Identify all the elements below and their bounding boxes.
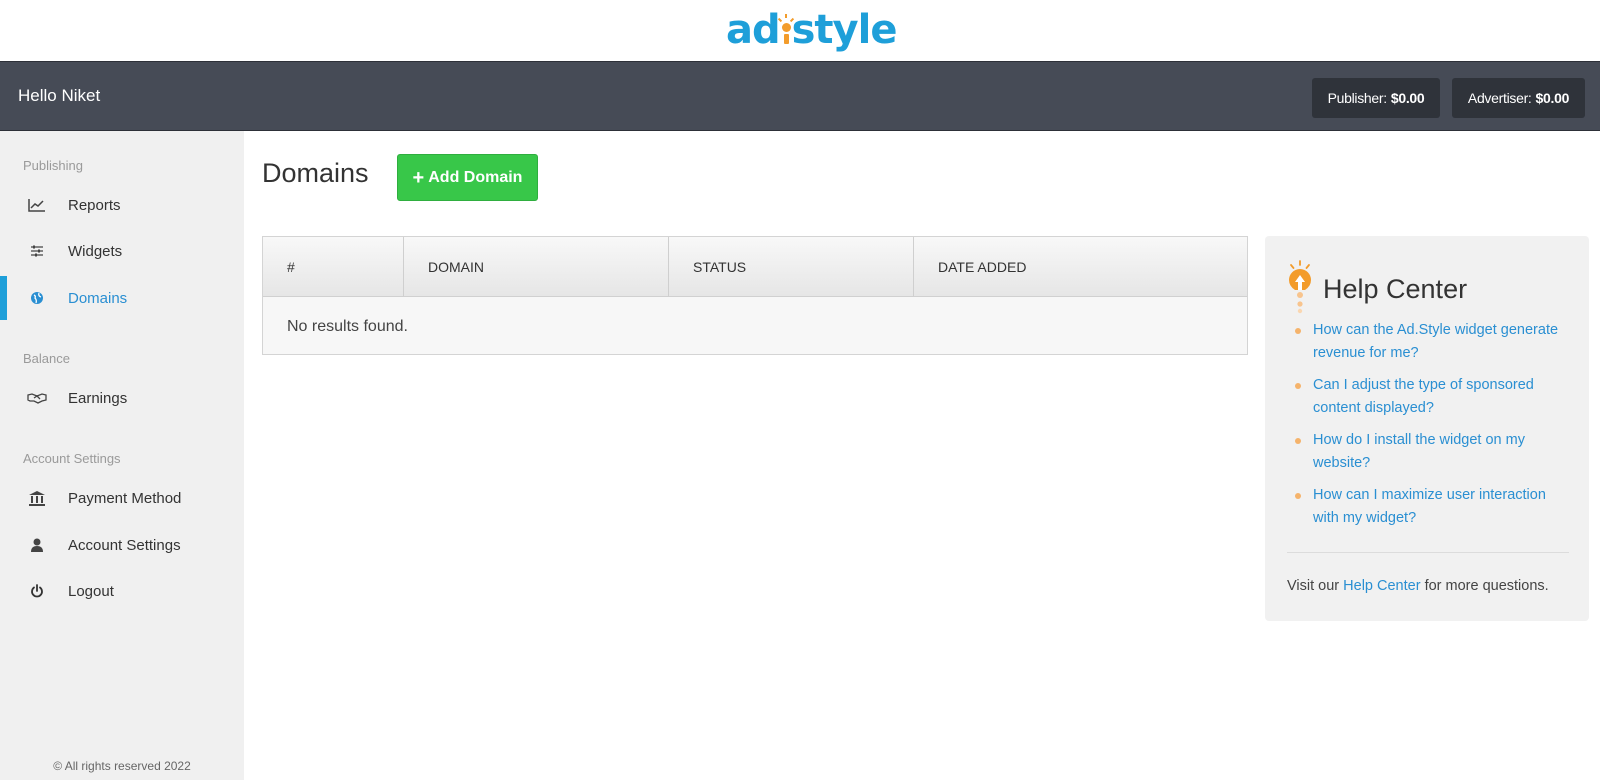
sidebar-item-widgets[interactable]: Widgets — [0, 232, 244, 270]
sidebar-item-label: Reports — [68, 196, 121, 214]
lightbulb-icon — [1287, 260, 1313, 319]
divider — [1287, 552, 1569, 553]
sidebar-section-balance: Balance — [23, 351, 70, 366]
copyright-text: © All rights reserved 2022 — [53, 759, 191, 773]
logo-text-right: style — [791, 7, 898, 53]
help-footer-prefix: Visit our — [1287, 578, 1340, 594]
sidebar-item-earnings[interactable]: Earnings — [0, 379, 244, 417]
user-icon — [27, 535, 47, 555]
globe-icon — [27, 288, 47, 308]
lightbulb-icon — [777, 10, 794, 50]
sliders-icon — [27, 241, 47, 261]
sidebar-item-label: Earnings — [68, 389, 128, 407]
help-footer: Visit our Help Center for more questions… — [1287, 578, 1549, 594]
add-domain-label: Add Domain — [428, 168, 523, 186]
help-links-list: How can the Ad.Style widget generate rev… — [1293, 319, 1573, 539]
page-title: Domains — [262, 158, 369, 188]
sidebar-item-domains[interactable]: Domains — [0, 276, 244, 320]
advertiser-balance-button[interactable]: Advertiser: $0.00 — [1452, 78, 1585, 118]
sidebar-section-account-settings: Account Settings — [23, 451, 121, 466]
publisher-balance-value: $0.00 — [1390, 90, 1425, 106]
column-header-number[interactable]: # — [263, 237, 404, 297]
add-domain-button[interactable]: + Add Domain — [397, 154, 538, 201]
help-link[interactable]: How can the Ad.Style widget generate rev… — [1293, 319, 1573, 365]
help-link[interactable]: Can I adjust the type of sponsored conte… — [1293, 374, 1573, 420]
sidebar-item-label: Payment Method — [68, 489, 182, 507]
sidebar-item-label: Widgets — [68, 242, 123, 260]
plus-icon: + — [412, 166, 425, 189]
sidebar-item-label: Logout — [68, 582, 114, 600]
logo-text-left: ad — [726, 7, 781, 53]
logo-bar: ad style — [0, 0, 1600, 61]
table-header: # DOMAIN STATUS DATE ADDED — [263, 237, 1247, 297]
column-header-status[interactable]: STATUS — [669, 237, 914, 297]
column-header-domain[interactable]: DOMAIN — [404, 237, 669, 297]
adstyle-logo[interactable]: ad style — [726, 2, 898, 58]
advertiser-balance-label: Advertiser: — [1467, 90, 1532, 106]
publisher-balance-label: Publisher: — [1327, 90, 1388, 106]
power-icon — [27, 581, 47, 601]
domains-table: # DOMAIN STATUS DATE ADDED No results fo… — [262, 236, 1248, 355]
bank-icon — [27, 488, 47, 508]
help-center-panel: Help Center How can the Ad.Style widget … — [1265, 236, 1589, 621]
handshake-icon — [27, 388, 47, 408]
help-center-link[interactable]: Help Center — [1343, 578, 1420, 594]
help-center-title: Help Center — [1323, 274, 1468, 304]
user-greeting: Hello Niket — [18, 86, 101, 105]
help-link[interactable]: How do I install the widget on my websit… — [1293, 429, 1573, 475]
help-center-header: Help Center — [1287, 260, 1467, 319]
advertiser-balance-value: $0.00 — [1535, 90, 1570, 106]
sidebar-item-reports[interactable]: Reports — [0, 186, 244, 224]
sidebar-item-logout[interactable]: Logout — [0, 572, 244, 610]
sidebar: Publishing Reports Widgets Domains Balan… — [0, 131, 244, 780]
column-header-date-added[interactable]: DATE ADDED — [914, 237, 1247, 297]
sidebar-item-account-settings[interactable]: Account Settings — [0, 526, 244, 564]
top-navbar: Hello Niket Publisher: $0.00 Advertiser:… — [0, 61, 1600, 131]
sidebar-item-label: Account Settings — [68, 536, 181, 554]
help-link[interactable]: How can I maximize user interaction with… — [1293, 484, 1573, 530]
sidebar-section-publishing: Publishing — [23, 158, 83, 173]
publisher-balance-button[interactable]: Publisher: $0.00 — [1312, 78, 1440, 118]
empty-table-message: No results found. — [287, 318, 408, 335]
sidebar-item-label: Domains — [68, 289, 128, 307]
line-chart-icon — [27, 195, 47, 215]
sidebar-item-payment-method[interactable]: Payment Method — [0, 479, 244, 517]
help-footer-suffix: for more questions. — [1424, 578, 1549, 594]
